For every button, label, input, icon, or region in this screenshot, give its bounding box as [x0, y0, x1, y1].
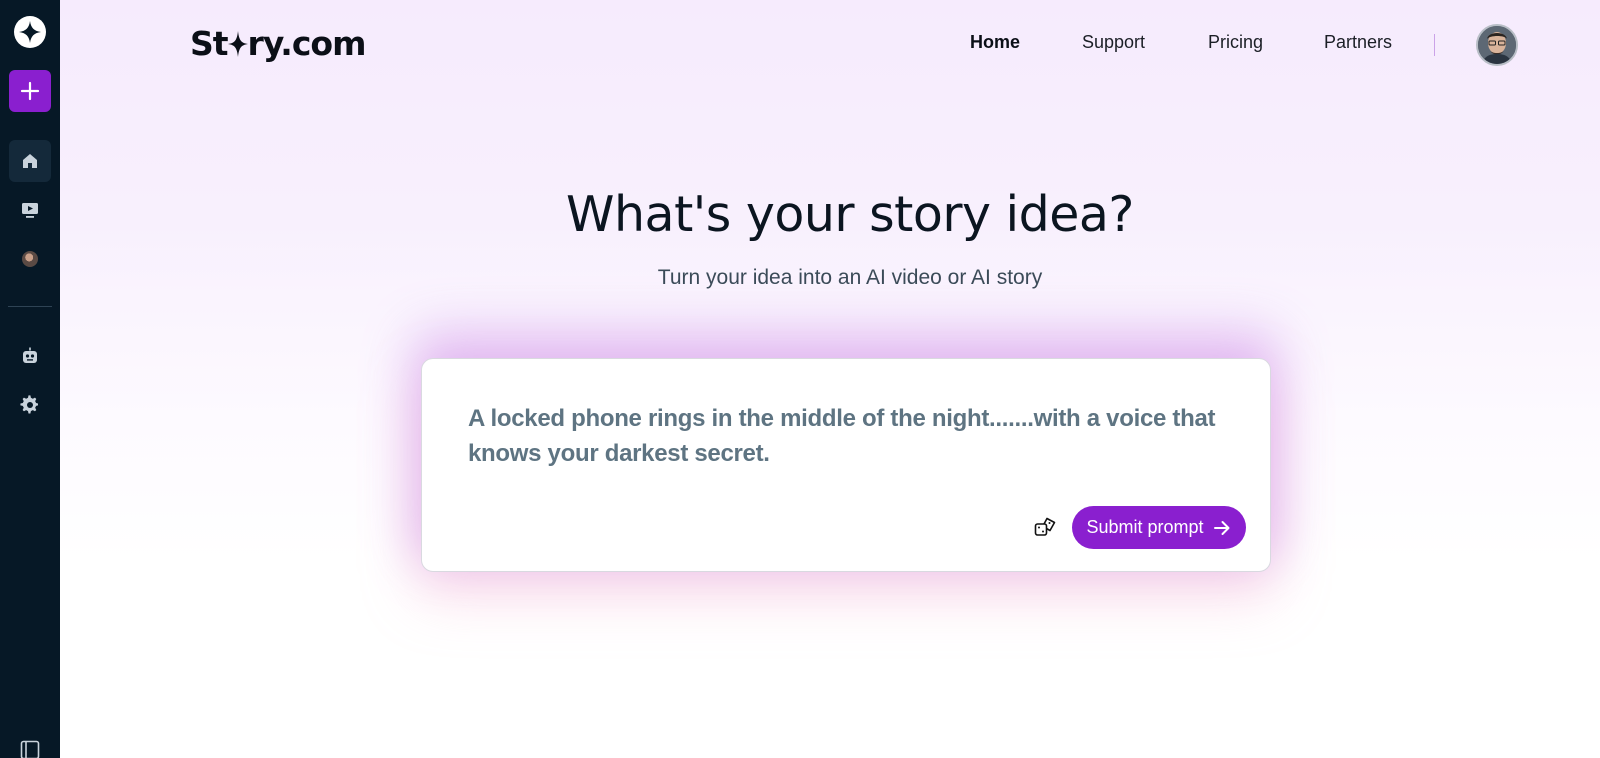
gear-icon — [20, 395, 38, 414]
sidebar — [0, 0, 60, 758]
page-subtitle: Turn your idea into an AI video or AI st… — [657, 266, 1043, 289]
arrow-right-icon — [1213, 520, 1230, 535]
nav-support[interactable]: Support — [1082, 32, 1145, 53]
submit-prompt-label: Submit prompt — [1086, 517, 1204, 537]
nav-divider — [1434, 34, 1435, 56]
plus-icon — [20, 81, 40, 101]
submit-prompt-button[interactable]: Submit prompt — [1072, 506, 1246, 549]
new-story-button[interactable] — [9, 70, 51, 112]
sidebar-item-videos[interactable] — [9, 189, 51, 231]
home-icon — [23, 154, 37, 168]
top-nav: Home Support Pricing Partners — [60, 32, 1600, 56]
dice-icon — [1034, 517, 1056, 536]
sparkle-logo-icon[interactable] — [9, 11, 51, 53]
avatar-icon — [1478, 26, 1516, 64]
sidebar-item-profile[interactable] — [9, 238, 51, 280]
sidebar-item-home[interactable] — [9, 140, 51, 182]
robot-icon — [23, 347, 37, 363]
random-prompt-button[interactable] — [1030, 512, 1060, 542]
prompt-input[interactable]: A locked phone rings in the middle of th… — [468, 401, 1228, 471]
app: St ry.com Home Support Pricing Partners — [0, 0, 1600, 758]
avatar-icon — [22, 251, 38, 267]
sidebar-divider — [8, 306, 52, 307]
main-content: St ry.com Home Support Pricing Partners — [60, 0, 1600, 758]
sidebar-item-bot[interactable] — [9, 335, 51, 377]
nav-partners[interactable]: Partners — [1324, 32, 1392, 53]
page-title: What's your story idea? — [566, 186, 1134, 243]
sidebar-expand-icon — [20, 740, 40, 758]
video-play-icon — [22, 203, 38, 218]
prompt-card: A locked phone rings in the middle of th… — [421, 358, 1271, 572]
sidebar-collapse-button[interactable] — [9, 740, 51, 758]
nav-pricing[interactable]: Pricing — [1208, 32, 1263, 53]
user-avatar[interactable] — [1476, 24, 1518, 66]
nav-home[interactable]: Home — [970, 32, 1020, 53]
sidebar-item-settings[interactable] — [9, 384, 51, 426]
